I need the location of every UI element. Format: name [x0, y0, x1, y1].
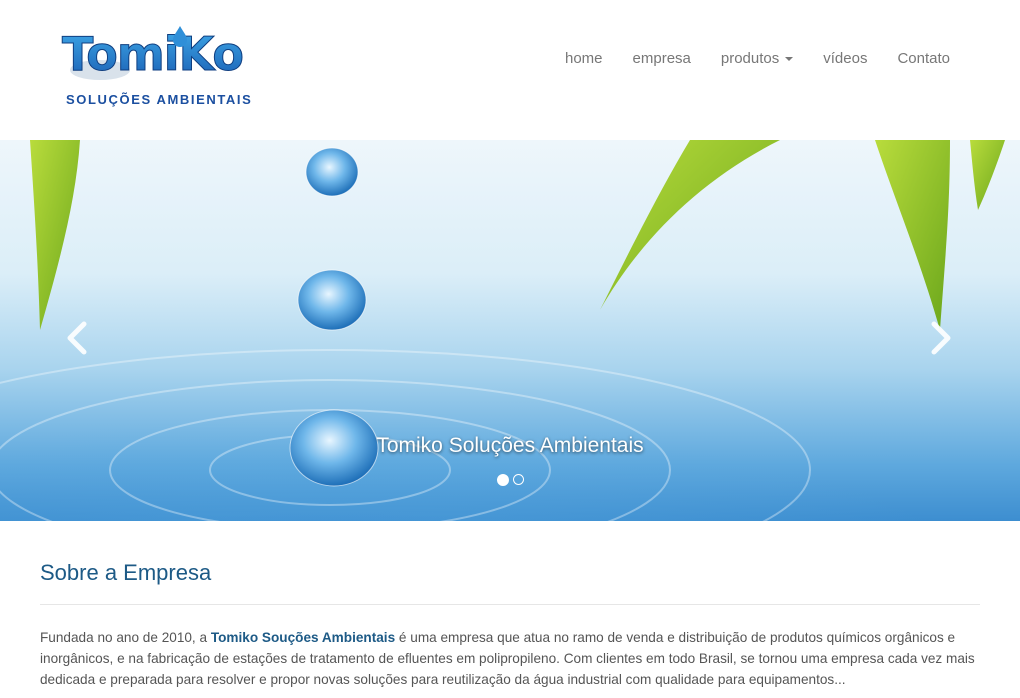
site-header: TomiKo SOLUÇÕES AMBIENTAIS home empresa …: [0, 0, 1020, 140]
section-title: Sobre a Empresa: [40, 560, 212, 585]
nav-contato[interactable]: Contato: [897, 50, 950, 67]
nav-videos[interactable]: vídeos: [823, 50, 867, 67]
nav-home[interactable]: home: [565, 50, 603, 67]
carousel-caption: Tomiko Soluções Ambientais: [376, 434, 644, 457]
divider: [40, 604, 980, 605]
chevron-left-icon[interactable]: [62, 320, 92, 356]
logo-tagline: SOLUÇÕES AMBIENTAIS: [66, 92, 253, 107]
nav-produtos-label: produtos: [720, 50, 780, 67]
about-paragraph: Fundada no ano de 2010, a Tomiko Souções…: [40, 627, 980, 690]
nav-produtos[interactable]: produtos: [720, 50, 794, 67]
svg-text:TomiKo: TomiKo: [62, 27, 243, 81]
nav-empresa[interactable]: empresa: [633, 50, 691, 67]
hero-carousel[interactable]: [0, 140, 1020, 521]
brand-logo[interactable]: TomiKo SOLUÇÕES AMBIENTAIS: [60, 22, 265, 112]
hero-image: [0, 140, 1005, 521]
carousel-indicator-2[interactable]: [512, 474, 524, 485]
about-section: Sobre a Empresa Fundada no ano de 2010, …: [40, 560, 980, 690]
carousel-indicator-1[interactable]: [496, 474, 509, 486]
carousel-indicators: [0, 474, 1020, 486]
main-nav: home empresa produtos vídeos Contato: [565, 50, 950, 67]
company-name: Tomiko Souções Ambientais: [210, 630, 396, 645]
logo-wordmark: TomiKo: [62, 26, 245, 82]
chevron-right-icon[interactable]: [926, 320, 956, 356]
about-intro: Fundada no ano de 2010, a: [40, 630, 211, 645]
caret-down-icon: [785, 57, 794, 62]
